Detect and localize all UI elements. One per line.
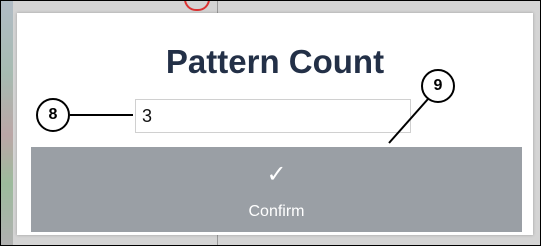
- pattern-count-input[interactable]: [135, 99, 411, 133]
- screenshot-frame: M Pattern Count ✓ Confirm: [0, 0, 541, 246]
- callout-9: 9: [421, 69, 455, 103]
- background-divider: [217, 1, 218, 13]
- dialog-title: Pattern Count: [165, 43, 385, 80]
- checkmark-icon: ✓: [266, 161, 287, 188]
- background-side-strip: [1, 1, 13, 245]
- confirm-button[interactable]: ✓ Confirm: [31, 147, 522, 232]
- background-red-mark: [184, 1, 210, 11]
- confirm-label: Confirm: [248, 203, 305, 220]
- pattern-count-dialog: Pattern Count ✓ Confirm: [17, 13, 533, 235]
- callout-8: 8: [36, 98, 70, 132]
